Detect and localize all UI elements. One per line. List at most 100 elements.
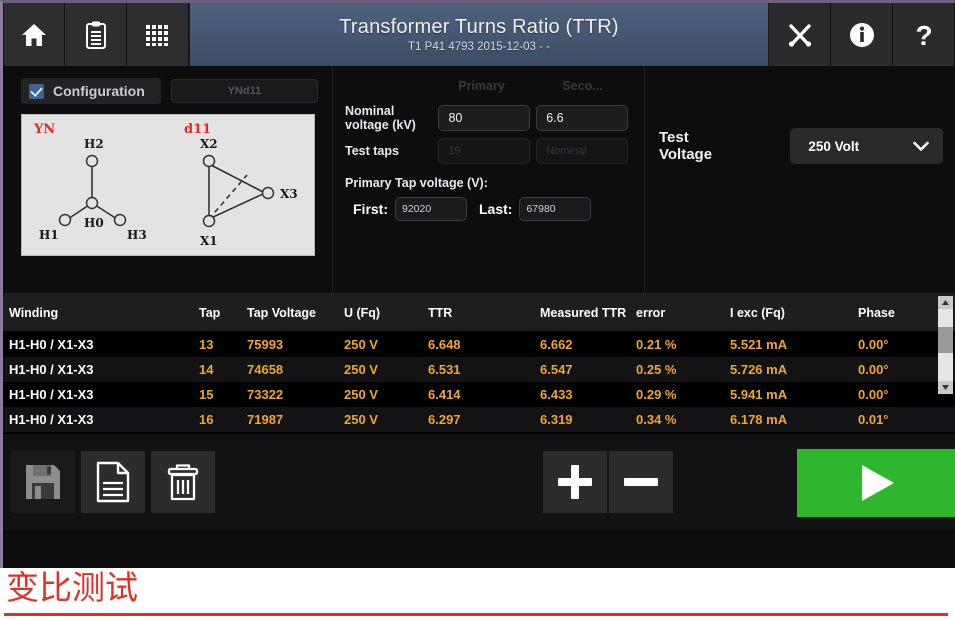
cell-ttr: 6.531 xyxy=(428,362,540,377)
caption-text: 变比测试 xyxy=(0,568,955,608)
window-title-bar: Transformer Turns Ratio (TTR) T1 P41 479… xyxy=(189,3,769,66)
run-test-button[interactable] xyxy=(797,449,955,517)
cell-error: 0.29 % xyxy=(636,387,730,402)
plus-icon xyxy=(554,461,596,503)
configuration-header: Configuration YNd11 xyxy=(21,78,318,104)
results-table: Winding Tap Tap Voltage U (Fq) TTR Measu… xyxy=(3,294,955,434)
svg-text:X3: X3 xyxy=(280,187,298,201)
table-body: H1-H0 / X1-X3 13 75993 250 V 6.648 6.662… xyxy=(3,332,955,432)
cell-tap-voltage: 71987 xyxy=(247,412,344,427)
cell-ttr: 6.414 xyxy=(428,387,540,402)
winding-settings-panel: Primary Seco... Nominal voltage (kV) 80 … xyxy=(333,66,645,293)
table-row[interactable]: H1-H0 / X1-X3 14 74658 250 V 6.531 6.547… xyxy=(3,357,955,382)
primary-tap-voltage-label: Primary Tap voltage (V): xyxy=(345,176,634,190)
first-tap-voltage-input[interactable]: 92020 xyxy=(395,197,467,221)
svg-text:H2: H2 xyxy=(84,137,104,151)
test-voltage-label: Test Voltage xyxy=(659,129,742,163)
test-taps-primary-input[interactable]: 19 xyxy=(438,138,530,164)
save-button[interactable] xyxy=(11,451,75,513)
cell-tap-voltage: 73322 xyxy=(247,387,344,402)
nominal-voltage-secondary-input[interactable]: 6.6 xyxy=(536,105,628,131)
cell-u-fq: 250 V xyxy=(344,412,428,427)
play-icon xyxy=(850,459,902,507)
tools-button[interactable] xyxy=(769,3,831,66)
cell-i-exc: 5.521 mA xyxy=(730,337,858,352)
cell-u-fq: 250 V xyxy=(344,337,428,352)
cell-measured-ttr: 6.433 xyxy=(540,387,636,402)
table-scrollbar[interactable] xyxy=(938,296,953,394)
cell-error: 0.21 % xyxy=(636,337,730,352)
table-row[interactable]: H1-H0 / X1-X3 15 73322 250 V 6.414 6.433… xyxy=(3,382,955,407)
cell-winding: H1-H0 / X1-X3 xyxy=(3,412,199,427)
svg-text:X2: X2 xyxy=(200,137,218,151)
column-header-winding: Winding xyxy=(3,306,199,320)
cell-measured-ttr: 6.319 xyxy=(540,412,636,427)
cell-i-exc: 5.726 mA xyxy=(730,362,858,377)
cell-u-fq: 250 V xyxy=(344,362,428,377)
test-voltage-select[interactable]: 250 Volt xyxy=(790,128,943,164)
column-header-tap-voltage: Tap Voltage xyxy=(247,306,344,320)
cell-tap-voltage: 74658 xyxy=(247,362,344,377)
nominal-voltage-primary-input[interactable]: 80 xyxy=(438,105,530,131)
svg-text:YN: YN xyxy=(33,122,55,137)
scrollbar-track[interactable] xyxy=(938,309,953,381)
top-toolbar: Transformer Turns Ratio (TTR) T1 P41 479… xyxy=(3,3,955,66)
svg-text:d11: d11 xyxy=(184,122,211,137)
info-button[interactable] xyxy=(831,3,893,66)
help-button[interactable]: ? xyxy=(893,3,955,66)
tab-primary[interactable]: Primary xyxy=(434,76,529,96)
test-taps-secondary-input[interactable]: Nominal xyxy=(536,138,628,164)
top-toolbar-right: ? xyxy=(769,3,955,66)
test-voltage-row: Test Voltage 250 Volt xyxy=(659,128,943,164)
configuration-panel: Configuration YNd11 YN d11 xyxy=(3,66,333,293)
records-button[interactable] xyxy=(65,3,127,66)
svg-text:X1: X1 xyxy=(200,234,218,248)
grid-icon xyxy=(145,22,171,48)
table-row[interactable]: H1-H0 / X1-X3 16 71987 250 V 6.297 6.319… xyxy=(3,407,955,432)
column-header-i-exc: I exc (Fq) xyxy=(730,306,858,320)
test-voltage-value: 250 Volt xyxy=(808,139,859,154)
test-taps-row: Test taps 19 Nominal xyxy=(345,138,634,164)
add-row-button[interactable] xyxy=(543,451,609,513)
first-label: First: xyxy=(353,201,388,217)
vector-group-field[interactable]: YNd11 xyxy=(171,79,318,103)
scrollbar-thumb[interactable] xyxy=(938,327,953,353)
home-button[interactable] xyxy=(3,3,65,66)
tools-icon xyxy=(786,21,814,49)
table-header-row: Winding Tap Tap Voltage U (Fq) TTR Measu… xyxy=(3,294,955,332)
vector-group-diagram: YN d11 xyxy=(21,114,315,256)
delete-button[interactable] xyxy=(151,451,215,513)
step-controls xyxy=(543,451,675,513)
cell-i-exc: 6.178 mA xyxy=(730,412,858,427)
column-header-phase: Phase xyxy=(858,306,936,320)
configuration-checkbox[interactable] xyxy=(29,84,44,99)
document-icon xyxy=(95,461,131,503)
scroll-down-icon[interactable] xyxy=(938,381,953,394)
page-subtitle: T1 P41 4793 2015-12-03 - - xyxy=(408,41,550,53)
column-header-measured-ttr: Measured TTR xyxy=(540,306,636,320)
chevron-down-icon xyxy=(913,141,929,152)
tab-secondary[interactable]: Seco... xyxy=(535,76,630,96)
help-icon: ? xyxy=(910,20,938,50)
apps-grid-button[interactable] xyxy=(127,3,189,66)
svg-text:?: ? xyxy=(915,20,932,50)
cell-winding: H1-H0 / X1-X3 xyxy=(3,362,199,377)
winding-tabs: Primary Seco... xyxy=(345,76,634,98)
svg-text:H1: H1 xyxy=(39,228,59,242)
cell-i-exc: 5.941 mA xyxy=(730,387,858,402)
report-button[interactable] xyxy=(81,451,145,513)
bottom-toolbar xyxy=(3,434,955,530)
instrument-window: Transformer Turns Ratio (TTR) T1 P41 479… xyxy=(0,0,955,568)
last-label: Last: xyxy=(479,201,512,217)
remove-row-button[interactable] xyxy=(609,451,675,513)
scroll-up-icon[interactable] xyxy=(938,296,953,309)
clipboard-icon xyxy=(85,21,107,49)
configuration-label: Configuration xyxy=(53,83,145,99)
test-voltage-panel: Test Voltage 250 Volt xyxy=(645,66,955,293)
table-row[interactable]: H1-H0 / X1-X3 13 75993 250 V 6.648 6.662… xyxy=(3,332,955,357)
configuration-checkbox-group[interactable]: Configuration xyxy=(21,78,161,104)
cell-tap-voltage: 75993 xyxy=(247,337,344,352)
settings-panels: Configuration YNd11 YN d11 xyxy=(3,66,955,294)
cell-tap: 13 xyxy=(199,337,247,352)
last-tap-voltage-input[interactable]: 67980 xyxy=(519,197,591,221)
